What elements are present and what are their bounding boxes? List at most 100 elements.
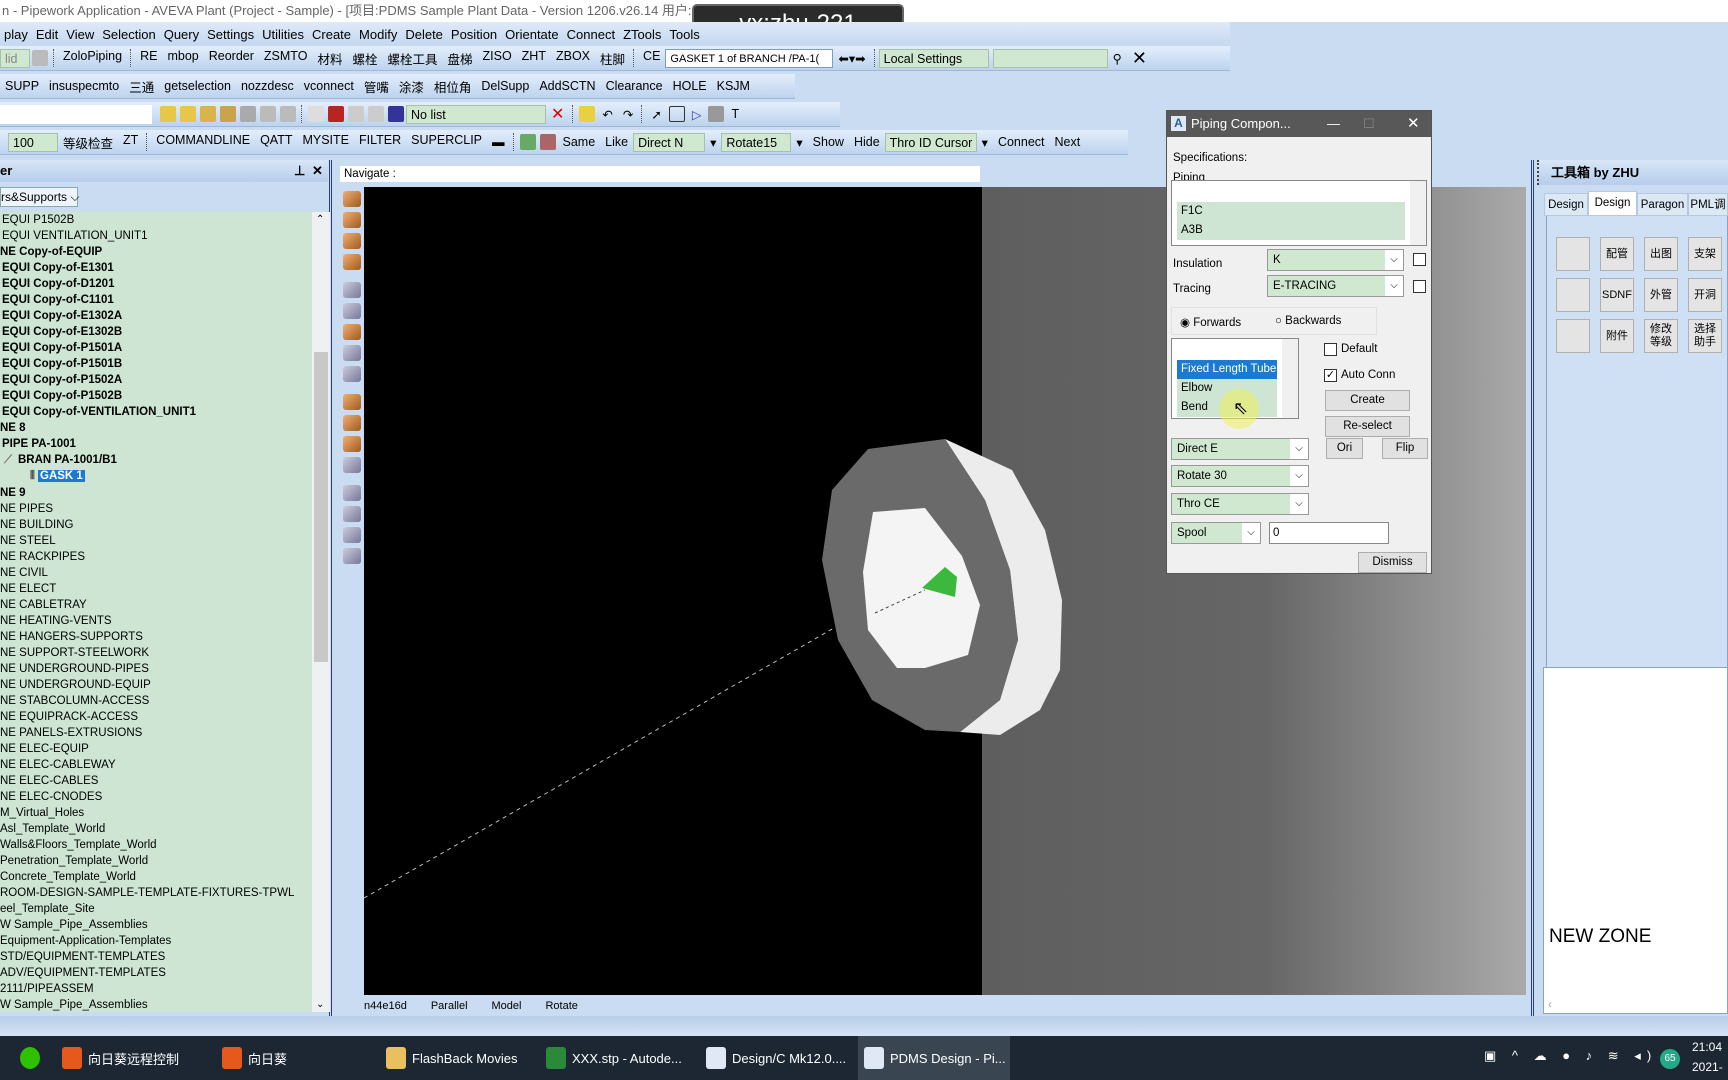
menu-ztools[interactable]: ZTools	[619, 27, 665, 42]
system-tray[interactable]: ▣ ^ ☁ ● ♪ ≋ ◂)	[1484, 1048, 1657, 1064]
tree-item[interactable]: EQUI VENTILATION_UNIT1	[2, 228, 147, 244]
tree-item[interactable]: NE RACKPIPES	[0, 549, 85, 565]
chevron-down-icon[interactable]: ▾	[977, 135, 993, 150]
tree-item[interactable]: Penetration_Template_World	[0, 853, 148, 869]
toolbar-button[interactable]: MYSITE	[297, 133, 354, 152]
toolbar-button[interactable]: nozzdesc	[236, 79, 299, 93]
scrollbar[interactable]	[1410, 181, 1426, 245]
toolbar-button[interactable]: mbop	[162, 49, 203, 68]
spool-number-input[interactable]: 0	[1269, 522, 1389, 544]
insulation-checkbox[interactable]	[1413, 253, 1426, 266]
section-icon[interactable]	[343, 436, 361, 452]
toolbar-button[interactable]: 盘梯	[442, 49, 477, 68]
toolbar-button[interactable]: insuspecmto	[44, 79, 124, 93]
tree-item[interactable]: NE ELEC-EQUIP	[0, 741, 89, 757]
walk-steps-icon[interactable]	[343, 366, 361, 382]
tree-item[interactable]: NE HEATING-VENTS	[0, 613, 112, 629]
copy-icon[interactable]	[308, 106, 324, 122]
toolbar-button[interactable]: Like	[600, 135, 633, 149]
menu-edit[interactable]: Edit	[32, 27, 62, 42]
toolbar-button[interactable]: Reorder	[204, 49, 259, 68]
saved-view-2-icon[interactable]	[343, 506, 361, 522]
toolbar-button[interactable]: Connect	[993, 135, 1050, 149]
filter-combo[interactable]: rs&Supports ⌵	[0, 187, 79, 207]
scrollbar[interactable]	[1282, 339, 1298, 418]
tool-icon[interactable]	[240, 106, 256, 122]
menu-utilities[interactable]: Utilities	[258, 27, 308, 42]
tree-item[interactable]: NE Copy-of-EQUIP	[0, 244, 102, 260]
delete-icon[interactable]: ✕	[546, 104, 569, 124]
tree-item[interactable]: EQUI P1502B	[2, 212, 74, 228]
component-item[interactable]	[1177, 341, 1277, 360]
tool-icon[interactable]	[708, 106, 725, 122]
tool-icon[interactable]	[280, 106, 296, 122]
toolbar-button[interactable]: 等级检查	[58, 133, 118, 152]
toolbar-button[interactable]: Hide	[849, 135, 885, 149]
local-settings-combo[interactable]: Local Settings	[878, 48, 989, 68]
tree-item[interactable]: NE UNDERGROUND-EQUIP	[0, 677, 151, 693]
toolbox-button[interactable]: 支架	[1688, 237, 1722, 271]
play-icon[interactable]: ▷	[687, 107, 707, 122]
tree-item[interactable]: NE PIPES	[0, 501, 53, 517]
tracing-checkbox[interactable]	[1413, 280, 1426, 293]
menu-settings[interactable]: Settings	[203, 27, 258, 42]
command-input[interactable]	[0, 104, 152, 124]
component-item[interactable]: Fixed Length Tube	[1177, 360, 1277, 379]
taskbar-item[interactable]: Design/C Mk12.0....	[700, 1036, 852, 1080]
tree-item[interactable]: NE SUPPORT-STEELWORK	[0, 645, 149, 661]
toolbox-button[interactable]: 外管	[1644, 278, 1678, 312]
tree-item[interactable]: ADV/EQUIPMENT-TEMPLATES	[0, 965, 166, 981]
toolbar-button[interactable]: 管嘴	[359, 77, 394, 96]
text-tool-icon[interactable]: T	[726, 107, 744, 121]
toolbar-button[interactable]: ZHT	[517, 49, 551, 68]
badge-icon[interactable]: 65	[1660, 1049, 1680, 1069]
toolbar-button[interactable]: ZISO	[478, 49, 517, 68]
dash-icon[interactable]: ▬	[487, 135, 510, 149]
redo-icon[interactable]: ↷	[618, 107, 638, 122]
toolbox-button[interactable]: 附件	[1600, 319, 1634, 353]
minimize-icon[interactable]: —	[1327, 111, 1340, 137]
tree-item[interactable]: NE ELEC-CABLES	[0, 773, 98, 789]
left-combo[interactable]: lid	[0, 48, 30, 68]
taskbar-item[interactable]: XXX.stp - Autode...	[540, 1036, 692, 1080]
scroll-up-icon[interactable]: ⌃	[316, 214, 324, 225]
menu-create[interactable]: Create	[308, 27, 355, 42]
spec-item[interactable]: F1C	[1177, 202, 1405, 221]
tool-icon[interactable]	[260, 106, 276, 122]
taskbar-item[interactable]: 向日葵	[216, 1036, 368, 1080]
tree-item[interactable]: Equipment-Application-Templates	[0, 933, 171, 949]
undo-icon[interactable]: ↶	[597, 107, 617, 122]
menu-modify[interactable]: Modify	[355, 27, 401, 42]
zoom-limits-icon[interactable]	[343, 212, 361, 228]
window2-icon[interactable]	[368, 106, 384, 122]
settings-value-combo[interactable]	[992, 48, 1108, 68]
menu-connect[interactable]: Connect	[563, 27, 619, 42]
tool-icon[interactable]	[160, 106, 176, 122]
toolbar-button[interactable]: 相位角	[429, 77, 477, 96]
toolbox-button[interactable]: 出图	[1644, 237, 1678, 271]
close-icon[interactable]: ✕	[1407, 111, 1420, 137]
toolbar-button[interactable]: 螺栓	[347, 49, 382, 68]
tree-item[interactable]: EQUI Copy-of-VENTILATION_UNIT1	[2, 404, 196, 420]
tracing-combo[interactable]: E-TRACING ⌵	[1267, 275, 1404, 297]
tab-design[interactable]: Design	[1544, 193, 1588, 216]
rotate-combo[interactable]: Rotate 30 ⌵	[1171, 465, 1309, 487]
thro-combo[interactable]: Thro ID Cursor	[884, 132, 977, 152]
tree-item[interactable]: EQUI Copy-of-P1501A	[2, 340, 122, 356]
tool-icon[interactable]	[220, 106, 236, 122]
clip-icon[interactable]	[343, 394, 361, 410]
tree-item[interactable]: NE UNDERGROUND-PIPES	[0, 661, 149, 677]
spool-combo[interactable]: Spool ⌵	[1171, 522, 1261, 544]
toolbox-button[interactable]: SDNF	[1600, 278, 1634, 312]
binoculars-icon[interactable]: ⚲	[1108, 51, 1127, 66]
toolbox-button[interactable]: 配管	[1600, 237, 1634, 271]
database-icon[interactable]	[32, 50, 48, 66]
frame-icon[interactable]	[668, 106, 685, 122]
scroll-down-icon[interactable]: ⌄	[316, 999, 324, 1010]
toolbox-button[interactable]: 选择 助手	[1688, 319, 1722, 353]
toolbox-button[interactable]: 开洞	[1688, 278, 1722, 312]
toolbar-button[interactable]: ZoloPiping	[58, 49, 127, 68]
close-icon[interactable]: ✕	[312, 160, 323, 182]
tab-paragon[interactable]: Paragon	[1637, 193, 1688, 216]
tree-item[interactable]: NE PANELS-EXTRUSIONS	[0, 725, 142, 741]
